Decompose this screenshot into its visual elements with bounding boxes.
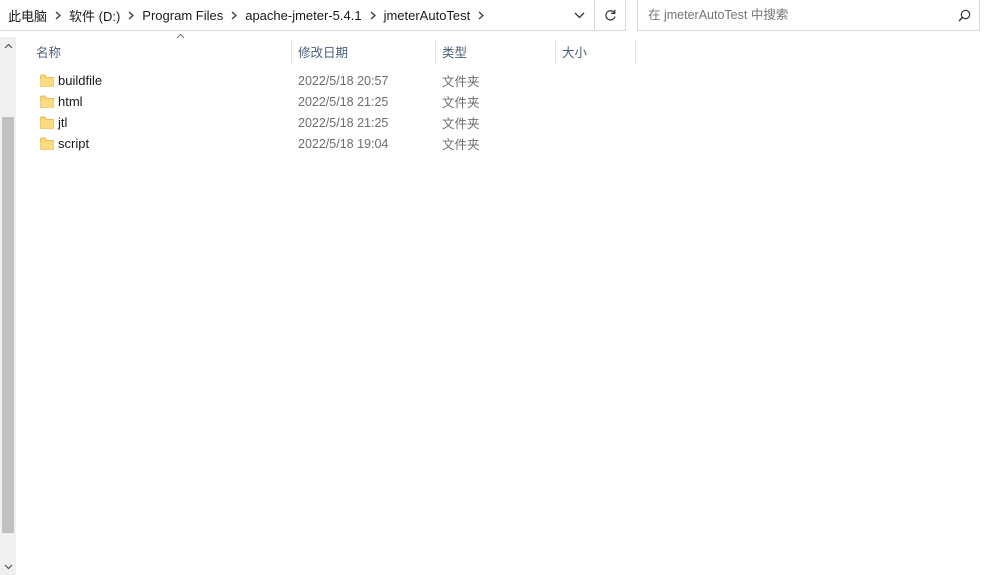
column-header-name-label: 名称: [36, 45, 62, 60]
file-name: html: [58, 94, 83, 109]
file-name-cell[interactable]: jtl: [40, 112, 67, 133]
search-icon: [958, 9, 970, 21]
folder-icon: [40, 116, 54, 129]
chevron-up-icon: [4, 43, 12, 48]
file-modified: 2022/5/18 21:25: [298, 94, 389, 109]
chevron-right-icon[interactable]: [122, 11, 140, 20]
file-row[interactable]: buildfile 2022/5/18 20:57 文件夹: [16, 70, 991, 91]
column-divider[interactable]: [291, 39, 292, 65]
column-header-size-label: 大小: [562, 45, 588, 60]
scroll-up-button[interactable]: [0, 37, 16, 54]
file-type: 文件夹: [442, 117, 480, 131]
column-header-name[interactable]: 名称: [36, 33, 290, 65]
column-divider[interactable]: [635, 39, 636, 65]
file-type: 文件夹: [442, 138, 480, 152]
column-divider[interactable]: [435, 39, 436, 65]
refresh-button[interactable]: [594, 0, 625, 31]
column-divider[interactable]: [555, 39, 556, 65]
breadcrumb-jmeterautotest[interactable]: jmeterAutoTest: [382, 8, 473, 23]
chevron-down-icon: [4, 564, 12, 569]
file-type: 文件夹: [442, 75, 480, 89]
column-header-modified[interactable]: 修改日期: [298, 37, 434, 65]
column-headers: 名称 修改日期 类型 大小: [16, 33, 991, 65]
file-modified: 2022/5/18 19:04: [298, 136, 389, 151]
breadcrumb: 此电脑 软件 (D:) Program Files apache-jmeter-…: [0, 0, 564, 30]
file-list: buildfile 2022/5/18 20:57 文件夹 html 2022/…: [16, 70, 991, 154]
sort-ascending-icon: [176, 33, 185, 39]
chevron-down-icon: [574, 12, 585, 18]
file-modified: 2022/5/18 20:57: [298, 73, 389, 88]
file-row[interactable]: script 2022/5/18 19:04 文件夹: [16, 133, 991, 154]
search-box[interactable]: [637, 0, 980, 31]
breadcrumb-this-pc[interactable]: 此电脑: [6, 6, 49, 25]
search-button[interactable]: [949, 0, 979, 31]
folder-icon: [40, 74, 54, 87]
file-row[interactable]: jtl 2022/5/18 21:25 文件夹: [16, 112, 991, 133]
folder-icon: [40, 95, 54, 108]
refresh-icon: [604, 9, 616, 21]
folder-icon: [40, 137, 54, 150]
chevron-right-icon[interactable]: [364, 11, 382, 20]
column-header-size[interactable]: 大小: [562, 37, 632, 65]
scroll-down-button[interactable]: [0, 558, 16, 575]
file-name-cell[interactable]: script: [40, 133, 89, 154]
file-name: buildfile: [58, 73, 103, 88]
column-header-modified-label: 修改日期: [298, 45, 349, 60]
search-input[interactable]: [638, 7, 949, 23]
column-header-type[interactable]: 类型: [442, 37, 552, 65]
address-history-dropdown[interactable]: [564, 0, 594, 31]
file-name: jtl: [58, 115, 68, 130]
chevron-right-icon[interactable]: [49, 11, 67, 20]
file-name: script: [58, 136, 90, 151]
chevron-right-icon[interactable]: [472, 11, 490, 20]
vertical-scrollbar[interactable]: [0, 37, 16, 575]
chevron-right-icon[interactable]: [225, 11, 243, 20]
column-header-type-label: 类型: [442, 45, 468, 60]
address-bar[interactable]: 此电脑 软件 (D:) Program Files apache-jmeter-…: [0, 0, 626, 31]
file-row[interactable]: html 2022/5/18 21:25 文件夹: [16, 91, 991, 112]
file-name-cell[interactable]: buildfile: [40, 70, 102, 91]
file-modified: 2022/5/18 21:25: [298, 115, 389, 130]
file-type: 文件夹: [442, 96, 480, 110]
breadcrumb-apache-jmeter[interactable]: apache-jmeter-5.4.1: [243, 8, 363, 23]
breadcrumb-drive-d[interactable]: 软件 (D:): [67, 6, 122, 25]
scroll-thumb[interactable]: [2, 117, 14, 533]
file-name-cell[interactable]: html: [40, 91, 83, 112]
breadcrumb-program-files[interactable]: Program Files: [140, 8, 225, 23]
top-bar: 此电脑 软件 (D:) Program Files apache-jmeter-…: [0, 0, 991, 32]
